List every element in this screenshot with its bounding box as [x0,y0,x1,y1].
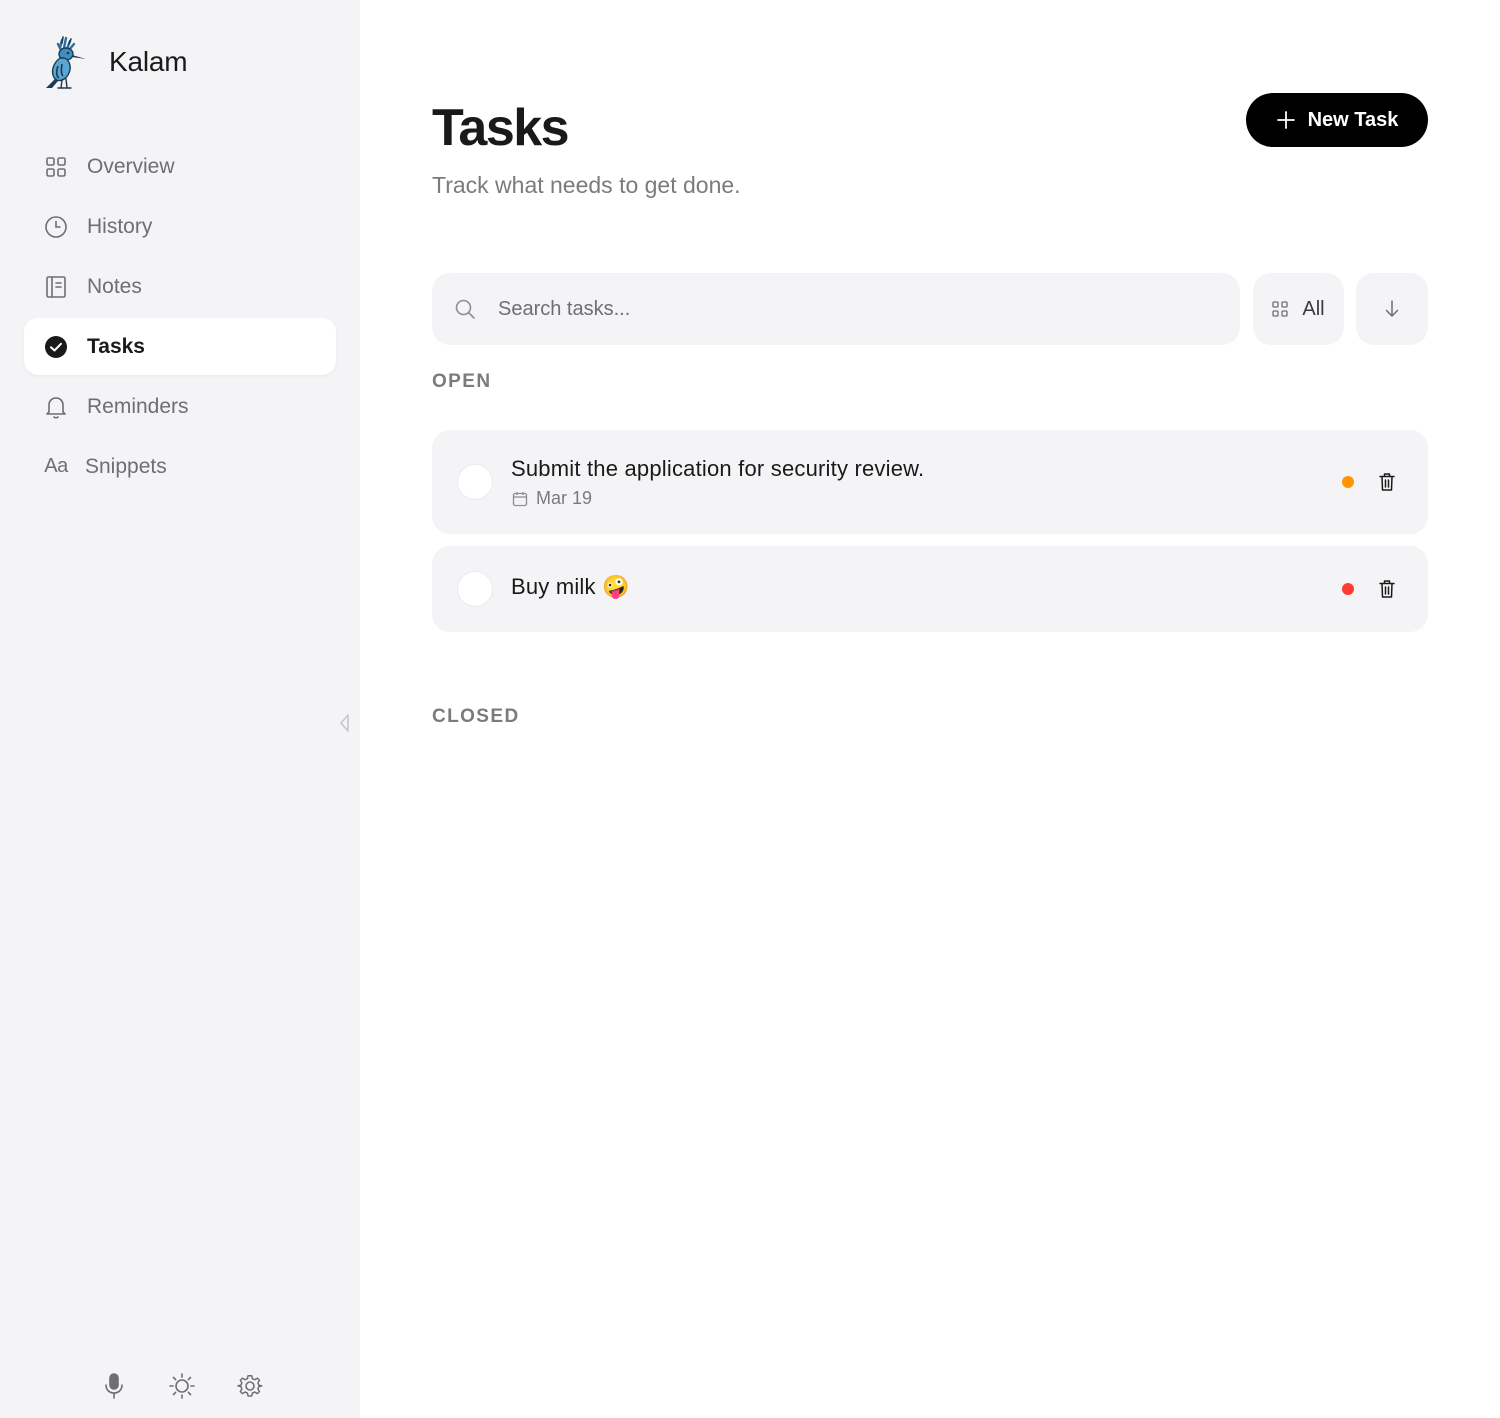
sidebar-item-notes[interactable]: Notes [24,258,336,315]
sidebar-item-label: Notes [87,274,142,298]
section-label-open: OPEN [432,371,492,392]
search-icon [455,299,475,319]
sidebar-nav: Overview History Notes Tasks Reminders A… [24,138,336,498]
task-complete-checkbox[interactable] [457,571,493,607]
section-label-closed: CLOSED [432,706,520,727]
sidebar-item-history[interactable]: History [24,198,336,255]
app-name: Kalam [109,46,188,77]
gear-icon [237,1375,263,1397]
plus-icon [1276,110,1296,130]
due-date-text: Mar 19 [536,488,593,508]
sun-icon [169,1373,195,1399]
task-title: Buy milk 🤪 [511,574,630,599]
sidebar-item-snippets[interactable]: Aa Snippets [24,438,336,495]
priority-dot[interactable] [1342,583,1354,595]
page-subtitle: Track what needs to get done. [432,172,741,198]
new-task-button[interactable]: New Task [1246,93,1428,147]
hoopoe-bird-logo-icon [46,36,86,89]
microphone-icon [105,1373,123,1399]
collapse-sidebar-icon[interactable] [337,712,351,734]
arrow-down-icon [1385,300,1399,317]
sort-button[interactable] [1356,273,1428,345]
settings-button[interactable] [236,1370,264,1402]
sidebar-item-tasks[interactable]: Tasks [24,318,336,375]
priority-dot[interactable] [1342,476,1354,488]
brand[interactable]: Kalam [40,34,188,90]
microphone-button[interactable] [100,1370,128,1402]
trash-icon [1379,473,1395,491]
task-card[interactable]: Buy milk 🤪 [432,546,1428,632]
grid-icon [43,154,69,180]
theme-toggle-button[interactable] [168,1370,196,1402]
sidebar-item-label: Tasks [87,334,145,358]
sidebar-item-label: History [87,214,153,238]
grid-icon [1272,301,1289,317]
search-input[interactable] [498,297,1198,321]
task-due-date: Mar 19 [512,488,592,509]
calendar-icon [512,491,528,507]
task-card[interactable]: Submit the application for security revi… [432,430,1428,534]
sidebar-footer [100,1370,264,1402]
task-title: Submit the application for security revi… [511,456,925,481]
filter-label: All [1302,297,1325,320]
new-task-label: New Task [1307,108,1399,131]
delete-task-button[interactable] [1376,470,1398,494]
notebook-icon [43,274,69,300]
sidebar-item-reminders[interactable]: Reminders [24,378,336,435]
delete-task-button[interactable] [1376,577,1398,601]
trash-icon [1379,580,1395,598]
text-aa-icon: Aa [44,455,68,477]
clock-icon [43,214,69,240]
sidebar-item-label: Snippets [85,454,167,478]
task-complete-checkbox[interactable] [457,464,493,500]
sidebar: Kalam Overview History Notes Tasks Remin… [0,0,360,1418]
sidebar-item-label: Reminders [87,394,189,418]
page-title: Tasks [432,99,570,157]
filter-button[interactable]: All [1253,273,1344,345]
bell-icon [43,394,69,420]
search-box[interactable] [432,273,1240,345]
sidebar-item-overview[interactable]: Overview [24,138,336,195]
sidebar-item-label: Overview [87,154,175,178]
check-circle-icon [43,334,69,360]
